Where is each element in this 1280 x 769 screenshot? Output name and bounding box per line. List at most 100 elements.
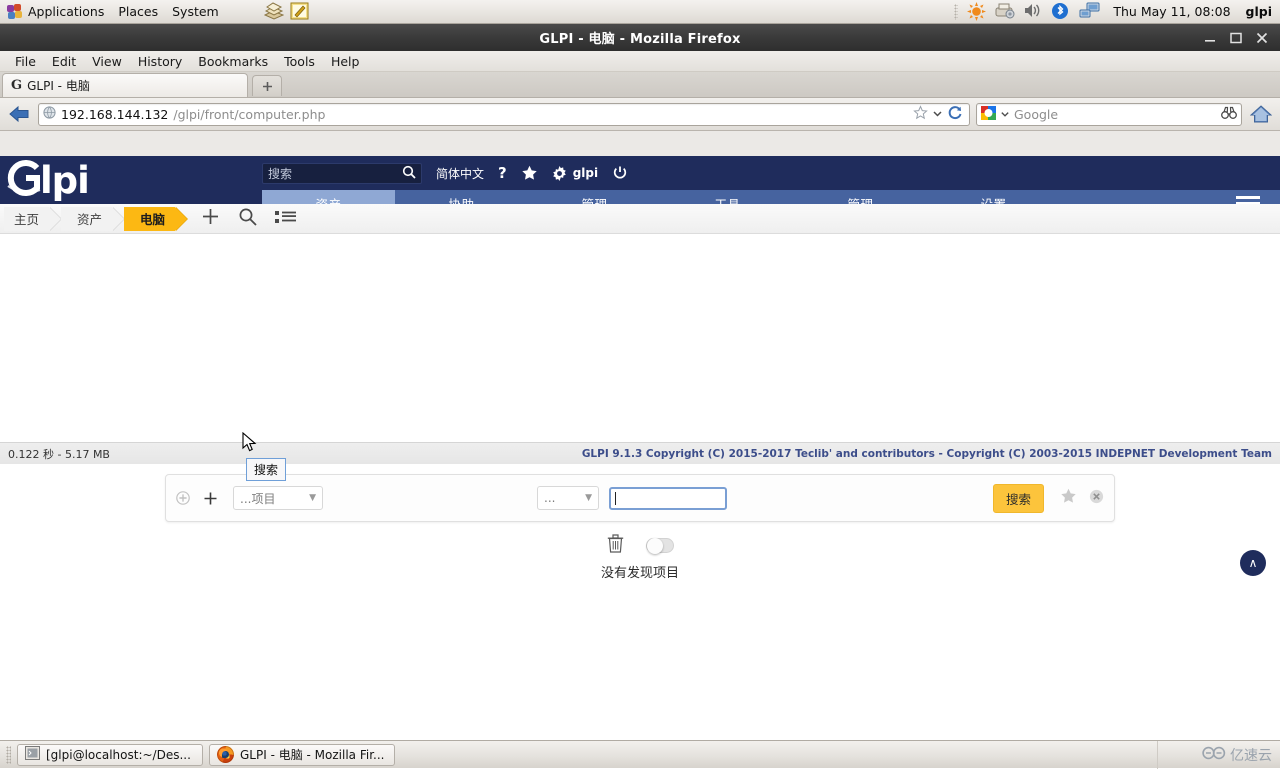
new-tab-button[interactable]	[252, 75, 282, 96]
printer-icon[interactable]	[995, 2, 1015, 21]
bookmark-star-icon[interactable]	[913, 105, 928, 123]
language-selector[interactable]: 简体中文	[436, 165, 484, 182]
glpi-logo-text: lpi	[6, 159, 90, 202]
criteria-operator-value: ...	[544, 491, 556, 505]
taskbar-item-label: [glpi@localhost:~/Des...	[46, 747, 191, 762]
taskbar-item-terminal[interactable]: [glpi@localhost:~/Des...	[17, 743, 203, 766]
list-icon[interactable]	[275, 209, 297, 229]
empty-state-message: 没有发现项目	[600, 566, 679, 581]
system-label: System	[172, 4, 219, 19]
web-page: lpi 搜索 简体中文 ? glpi 主页 资产 电脑 搜索 ...项目 ▼ .…	[0, 156, 1280, 738]
applications-label: Applications	[28, 4, 105, 19]
url-path: /glpi/front/computer.php	[173, 106, 326, 122]
taskbar-item-firefox[interactable]: GLPI - 电脑 - Mozilla Fir...	[209, 743, 395, 766]
footer-copyright[interactable]: GLPI 9.1.3 Copyright (C) 2015-2017 Tecli…	[582, 448, 1272, 460]
search-criteria-panel: ...项目 ▼ ... ▼ 搜索	[165, 474, 1115, 522]
help-book-icon[interactable]	[263, 1, 285, 22]
brightness-icon[interactable]	[967, 2, 987, 21]
watermark: 亿速云	[1202, 745, 1280, 765]
desktop-top-panel: Applications Places System Thu May 11, 0…	[0, 0, 1280, 24]
reload-icon[interactable]	[947, 105, 963, 124]
back-button[interactable]	[6, 102, 32, 126]
trash-icon[interactable]	[607, 534, 624, 557]
firefox-icon	[217, 746, 234, 763]
help-icon[interactable]: ?	[498, 164, 507, 182]
search-engine-chevron-icon[interactable]	[1000, 107, 1010, 122]
criteria-field-value: ...项目	[240, 491, 276, 506]
window-titlebar: GLPI - 电脑 - Mozilla Firefox	[0, 24, 1280, 51]
glpi-favicon-icon: G	[11, 78, 23, 93]
display-toggle-switch[interactable]	[645, 538, 674, 554]
mouse-cursor	[242, 431, 258, 458]
criteria-value-input[interactable]	[609, 486, 727, 510]
system-menu[interactable]: System	[165, 2, 226, 21]
watermark-label: 亿速云	[1230, 747, 1272, 764]
url-bar[interactable]: 192.168.144.132/glpi/front/computer.php	[38, 102, 970, 126]
glpi-logo[interactable]: lpi	[0, 156, 262, 204]
scroll-to-top-button[interactable]: ∧	[1240, 550, 1266, 576]
glpi-global-search-placeholder: 搜索	[268, 166, 293, 181]
firefox-window: GLPI - 电脑 - Mozilla Firefox File Edit Vi…	[0, 24, 1280, 764]
glpi-header-tools: 搜索 简体中文 ? glpi	[262, 156, 1280, 190]
browser-menubar: File Edit View History Bookmarks Tools H…	[0, 51, 1280, 72]
breadcrumb-item-computers[interactable]: 电脑	[124, 206, 189, 231]
breadcrumb-label: 电脑	[140, 212, 166, 227]
menu-bookmarks[interactable]: Bookmarks	[191, 53, 275, 70]
menu-help[interactable]: Help	[324, 53, 367, 70]
network-icon[interactable]	[1079, 2, 1100, 21]
browser-search-placeholder: Google	[1014, 106, 1059, 122]
close-button[interactable]	[1256, 32, 1268, 44]
firefox-launcher-icon[interactable]	[238, 2, 258, 22]
browser-tab[interactable]: G GLPI - 电脑	[2, 73, 248, 97]
favorites-star-icon[interactable]	[521, 165, 538, 181]
save-search-star-icon[interactable]	[1060, 488, 1077, 508]
chevron-down-icon[interactable]	[932, 107, 943, 122]
breadcrumb-item-assets[interactable]: 资产	[61, 206, 126, 231]
breadcrumb-item-home[interactable]: 主页	[4, 206, 63, 231]
minimize-button[interactable]	[1204, 32, 1216, 44]
panel-grip	[954, 3, 959, 20]
add-group-icon[interactable]	[176, 491, 190, 505]
toggle-knob	[646, 538, 663, 554]
binoculars-icon[interactable]	[1221, 106, 1237, 123]
breadcrumb: 主页 资产 电脑	[0, 204, 1280, 234]
search-icon[interactable]	[402, 165, 416, 182]
menu-view[interactable]: View	[85, 53, 129, 70]
glpi-global-search[interactable]: 搜索	[262, 162, 422, 184]
menu-edit[interactable]: Edit	[45, 53, 83, 70]
menu-file[interactable]: File	[8, 53, 43, 70]
taskbar-divider	[1157, 741, 1158, 769]
menu-tools[interactable]: Tools	[277, 53, 322, 70]
quick-launchers	[238, 1, 310, 22]
add-criteria-icon[interactable]	[204, 492, 217, 505]
browser-tabbar: G GLPI - 电脑	[0, 72, 1280, 98]
tooltip-search: 搜索	[246, 458, 287, 481]
user-settings-link[interactable]: glpi	[552, 165, 599, 181]
applications-menu[interactable]: Applications	[0, 2, 111, 22]
applications-icon	[7, 3, 23, 20]
volume-icon[interactable]	[1023, 2, 1042, 21]
text-editor-icon[interactable]	[290, 2, 310, 22]
criteria-operator-select[interactable]: ... ▼	[537, 486, 599, 510]
search-button[interactable]: 搜索	[992, 483, 1044, 513]
logout-power-icon[interactable]	[612, 165, 628, 181]
places-label: Places	[118, 4, 159, 19]
reset-search-icon[interactable]	[1089, 489, 1104, 508]
user-settings-label: glpi	[572, 166, 599, 180]
menu-history[interactable]: History	[131, 53, 189, 70]
maximize-button[interactable]	[1230, 32, 1242, 44]
taskbar-item-label: GLPI - 电脑 - Mozilla Fir...	[240, 748, 385, 762]
plus-icon[interactable]	[201, 207, 220, 230]
home-button[interactable]	[1248, 104, 1274, 124]
search-icon[interactable]	[238, 207, 257, 230]
places-menu[interactable]: Places	[111, 2, 165, 21]
clock[interactable]: Thu May 11, 08:08	[1113, 4, 1230, 19]
glpi-footer: 0.122 秒 - 5.17 MB GLPI 9.1.3 Copyright (…	[0, 442, 1280, 464]
bluetooth-icon[interactable]	[1051, 2, 1070, 21]
watermark-icon	[1202, 746, 1226, 764]
browser-search-bar[interactable]: Google	[976, 102, 1242, 126]
breadcrumb-label: 资产	[77, 212, 103, 227]
user-menu[interactable]: glpi	[1246, 4, 1272, 19]
desktop-menu: Applications Places System	[0, 2, 226, 22]
criteria-field-select[interactable]: ...项目 ▼	[233, 486, 323, 510]
